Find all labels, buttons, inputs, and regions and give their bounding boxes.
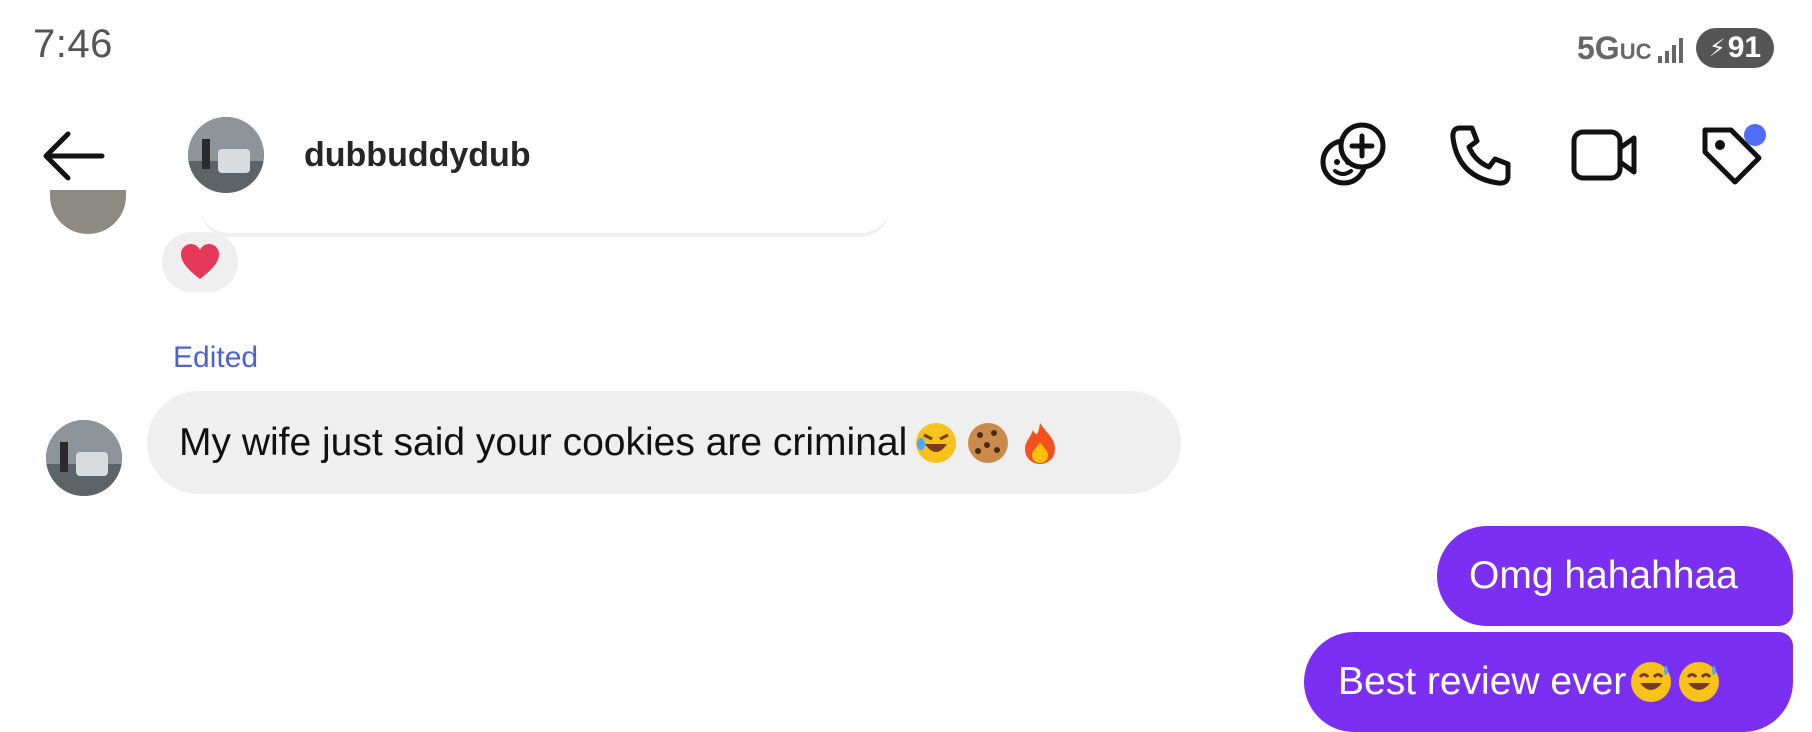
add-effect-button[interactable] — [1318, 120, 1388, 190]
previous-sender-avatar — [50, 190, 126, 234]
outgoing-message[interactable]: Omg hahahhaa — [1437, 526, 1793, 626]
voice-call-button[interactable] — [1446, 120, 1516, 190]
sweat-smile-emoji — [1631, 662, 1672, 702]
network-suffix: UC — [1619, 39, 1652, 64]
arrow-left-icon — [43, 131, 105, 181]
outgoing-message-text: Omg hahahhaa — [1469, 554, 1738, 597]
video-camera-icon — [1571, 129, 1637, 181]
network-type: 5G — [1577, 30, 1620, 66]
rolling-laughing-emoji — [916, 422, 957, 463]
incoming-message[interactable]: My wife just said your cookies are crimi… — [147, 391, 1181, 494]
fire-emoji — [1025, 422, 1056, 464]
status-time: 7:46 — [33, 22, 113, 66]
video-call-button[interactable] — [1570, 120, 1640, 190]
network-indicator: 5GUC — [1577, 30, 1651, 67]
sweat-smile-emoji — [1679, 662, 1720, 702]
sender-avatar[interactable] — [46, 420, 122, 496]
add-effect-icon — [1320, 122, 1386, 186]
phone-icon — [1450, 125, 1511, 186]
bolt-icon: ⚡ — [1708, 34, 1726, 62]
cookie-emoji — [968, 422, 1009, 463]
battery-level: 91 — [1727, 31, 1762, 64]
message-reaction[interactable] — [162, 232, 238, 292]
edited-label: Edited — [173, 341, 259, 374]
notification-dot — [1744, 124, 1766, 146]
previous-message-bubble — [200, 205, 890, 237]
back-button[interactable] — [40, 128, 106, 184]
incoming-message-text: My wife just said your cookies are crimi… — [179, 420, 908, 464]
signal-bars-icon — [1657, 34, 1687, 64]
outgoing-message[interactable]: Best review ever — [1304, 632, 1793, 732]
profile-avatar[interactable] — [188, 117, 264, 193]
outgoing-message-text: Best review ever — [1338, 660, 1627, 703]
chat-username[interactable]: dubbuddydub — [304, 136, 531, 175]
heart-icon — [181, 244, 219, 279]
battery-indicator: ⚡ 91 — [1696, 28, 1774, 68]
